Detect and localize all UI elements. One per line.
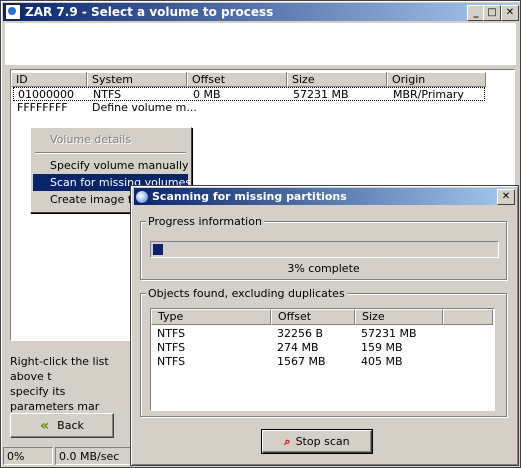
cell-size: 57231 MB — [293, 88, 349, 101]
objects-group-label: Objects found, excluding duplicates — [146, 287, 347, 300]
cell-offset: 274 MB — [277, 341, 319, 354]
cell-system: NTFS — [93, 88, 122, 101]
column-header-offset[interactable]: Offset — [271, 309, 355, 325]
header-panel — [5, 23, 516, 65]
stop-scan-button[interactable]: ⌕ Stop scan — [261, 429, 373, 454]
progress-fill — [153, 244, 163, 255]
cell-type: NTFS — [157, 327, 186, 340]
cell-system: Define volume m... — [92, 101, 197, 114]
maximize-button[interactable]: □ — [483, 5, 501, 21]
cell-size: 57231 MB — [361, 327, 417, 340]
progress-bar — [150, 241, 499, 258]
column-header-type[interactable]: Type — [151, 309, 271, 325]
objects-list[interactable]: Type Offset Size NTFS 32256 B 57231 MB N… — [150, 308, 495, 411]
scan-dialog: Scanning for missing partitions ✕ Progre… — [130, 185, 519, 466]
column-header-size[interactable]: Size — [355, 309, 443, 325]
table-row[interactable]: NTFS 1567 MB 405 MB — [151, 355, 491, 369]
hint-text: Right-click the list above t specify its… — [10, 354, 132, 414]
dialog-title: Scanning for missing partitions — [152, 190, 347, 203]
cell-id: FFFFFFFF — [17, 101, 68, 114]
cell-size: 159 MB — [361, 341, 403, 354]
stop-scan-icon: ⌕ — [284, 434, 291, 448]
cell-offset: 32256 B — [277, 327, 324, 340]
close-button[interactable]: ✕ — [501, 5, 519, 21]
title-bar: ZAR 7.9 - Select a volume to process — [3, 3, 518, 21]
objects-group: Objects found, excluding duplicates Type… — [140, 287, 507, 417]
column-header-offset[interactable]: Offset — [187, 72, 287, 87]
status-speed: 0.0 MB/sec — [55, 447, 131, 465]
progress-group-label: Progress information — [146, 215, 264, 228]
table-row[interactable]: 01000000 NTFS 0 MB 57231 MB MBR/Primary — [13, 87, 485, 101]
menu-item-specify-volume[interactable]: Specify volume manually — [33, 157, 189, 174]
progress-group: Progress information 3% complete — [140, 215, 507, 280]
hint-line-2: specify its parameters mar — [10, 385, 100, 413]
app-icon — [5, 4, 21, 20]
window-title: ZAR 7.9 - Select a volume to process — [25, 5, 274, 19]
table-row[interactable]: NTFS 32256 B 57231 MB — [151, 327, 491, 341]
menu-separator — [35, 152, 186, 154]
column-header-system[interactable]: System — [87, 72, 187, 87]
back-arrow-icon: « — [40, 417, 50, 434]
cell-offset: 1567 MB — [277, 355, 326, 368]
hint-line-1: Right-click the list above t — [10, 355, 109, 383]
table-row[interactable]: FFFFFFFF Define volume m... — [13, 101, 485, 115]
progress-text: 3% complete — [287, 262, 360, 275]
column-header-id[interactable]: ID — [11, 72, 87, 87]
column-header-origin[interactable]: Origin — [387, 72, 486, 87]
cell-type: NTFS — [157, 355, 186, 368]
back-button-label: Back — [57, 419, 84, 432]
dialog-title-bar: Scanning for missing partitions — [134, 188, 515, 205]
cell-offset: 0 MB — [193, 88, 221, 101]
menu-item-volume-details[interactable]: Volume details — [33, 131, 188, 148]
column-header-blank — [443, 309, 493, 325]
cell-id: 01000000 — [18, 88, 74, 101]
table-row[interactable]: NTFS 274 MB 159 MB — [151, 341, 491, 355]
cell-size: 405 MB — [361, 355, 403, 368]
cell-type: NTFS — [157, 341, 186, 354]
cell-origin: MBR/Primary — [393, 88, 464, 101]
stop-scan-label: Stop scan — [295, 435, 350, 448]
column-header-size[interactable]: Size — [287, 72, 387, 87]
back-button[interactable]: « Back — [10, 413, 114, 438]
magnifier-icon — [136, 190, 148, 203]
status-percent: 0% — [3, 447, 53, 465]
dialog-close-button[interactable]: ✕ — [497, 189, 515, 205]
